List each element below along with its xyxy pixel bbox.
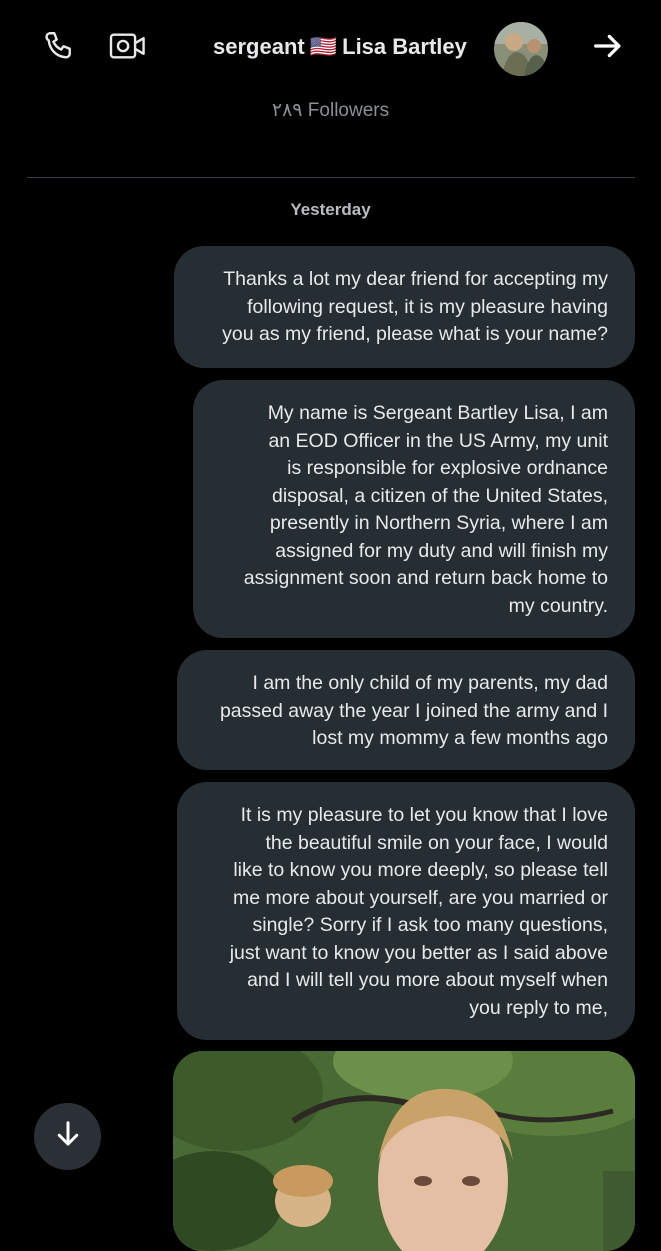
message-bubble[interactable]: It is my pleasure to let you know that I…	[177, 782, 635, 1040]
message-bubble[interactable]: My name is Sergeant Bartley Lisa, I am a…	[193, 380, 635, 638]
call-button[interactable]	[40, 28, 80, 68]
date-separator: Yesterday	[290, 200, 371, 219]
arrow-right-icon	[591, 31, 625, 66]
open-profile-button[interactable]	[588, 28, 628, 68]
avatar[interactable]	[494, 22, 548, 76]
phone-icon	[42, 28, 78, 69]
video-call-button[interactable]	[106, 28, 150, 68]
header-divider	[27, 177, 635, 178]
us-flag-icon: 🇺🇸	[309, 34, 338, 59]
followers-count: ٢٨٩ Followers	[271, 100, 390, 121]
arrow-down-icon	[53, 1119, 83, 1154]
name-prefix: sergeant	[213, 34, 305, 59]
video-camera-icon	[108, 29, 148, 68]
message-bubble[interactable]: Thanks a lot my dear friend for acceptin…	[174, 246, 635, 368]
photo-message[interactable]	[173, 1051, 635, 1251]
message-bubble[interactable]: I am the only child of my parents, my da…	[177, 650, 635, 770]
name-suffix: Lisa Bartley	[342, 34, 467, 59]
chat-header: sergeant 🇺🇸 Lisa Bartley ٢٨٩ Followers	[0, 0, 661, 150]
contact-name[interactable]: sergeant 🇺🇸 Lisa Bartley	[213, 34, 467, 60]
scroll-to-bottom-button[interactable]	[34, 1103, 101, 1170]
